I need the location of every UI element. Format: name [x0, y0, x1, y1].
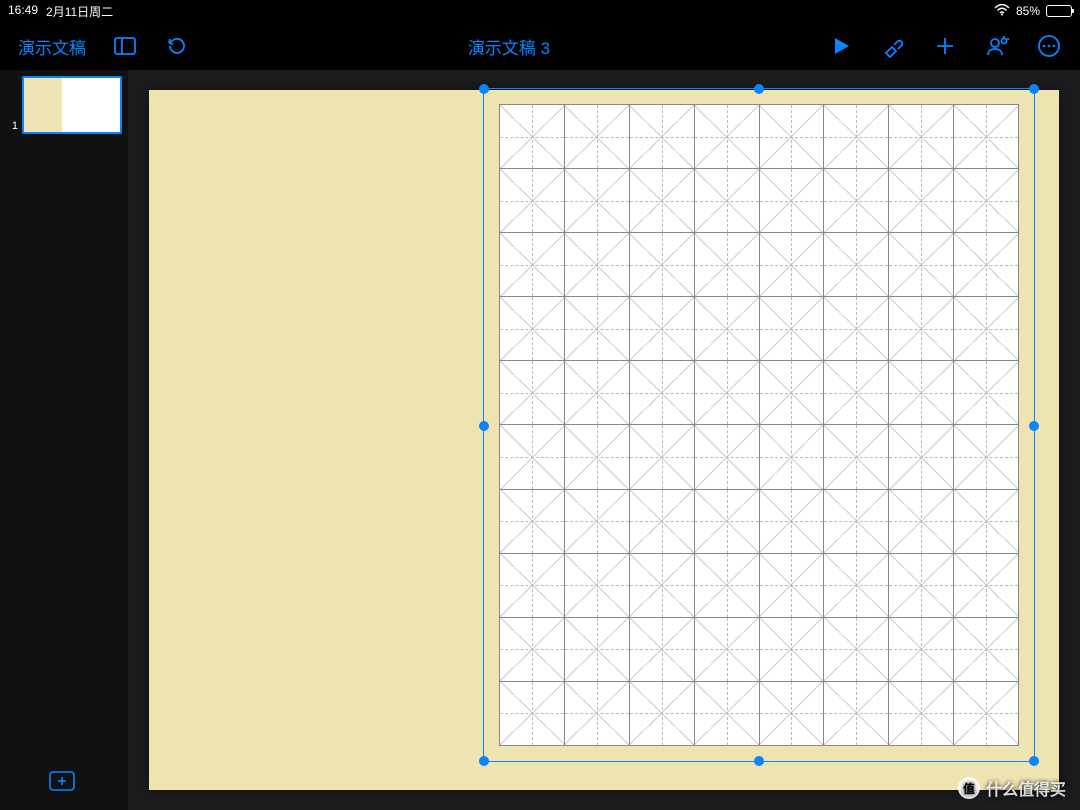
grid-image[interactable] [499, 104, 1019, 746]
resize-handle-bottom-middle[interactable] [754, 756, 764, 766]
slide[interactable] [149, 90, 1059, 790]
more-icon[interactable] [1036, 33, 1062, 59]
resize-handle-middle-right[interactable] [1029, 421, 1039, 431]
resize-handle-top-right[interactable] [1029, 84, 1039, 94]
toolbar: 演示文稿 演示文稿 3 [0, 22, 1080, 70]
selected-object[interactable] [483, 74, 1035, 762]
resize-handle-bottom-left[interactable] [479, 756, 489, 766]
workspace: 1 [0, 70, 1080, 810]
status-date: 2月11日周二 [46, 3, 113, 20]
sidebar-toggle-icon[interactable] [112, 33, 138, 59]
battery-percent: 85% [1016, 4, 1040, 18]
add-slide-button[interactable] [48, 770, 128, 798]
status-bar: 16:49 2月11日周二 85% [0, 0, 1080, 22]
status-time: 16:49 [8, 3, 38, 20]
add-icon[interactable] [932, 33, 958, 59]
watermark-badge: 值 [958, 777, 980, 799]
resize-handle-top-left[interactable] [479, 84, 489, 94]
wifi-icon [994, 4, 1010, 19]
resize-handle-top-middle[interactable] [754, 84, 764, 94]
resize-handle-bottom-right[interactable] [1029, 756, 1039, 766]
back-button[interactable]: 演示文稿 [18, 34, 86, 59]
undo-icon[interactable] [164, 33, 190, 59]
document-title[interactable]: 演示文稿 3 [468, 34, 550, 59]
slide-panel: 1 [0, 70, 128, 810]
format-brush-icon[interactable] [880, 33, 906, 59]
watermark: 值 什么值得买 [958, 776, 1066, 800]
watermark-text: 什么值得买 [986, 776, 1066, 800]
thumbnail-preview [22, 76, 122, 134]
play-icon[interactable] [828, 33, 854, 59]
slide-number: 1 [4, 120, 18, 134]
resize-handle-middle-left[interactable] [479, 421, 489, 431]
slide-thumbnail[interactable]: 1 [0, 74, 128, 136]
battery-icon [1046, 5, 1072, 17]
collaborate-icon[interactable] [984, 33, 1010, 59]
canvas[interactable]: 值 什么值得买 [128, 70, 1080, 810]
